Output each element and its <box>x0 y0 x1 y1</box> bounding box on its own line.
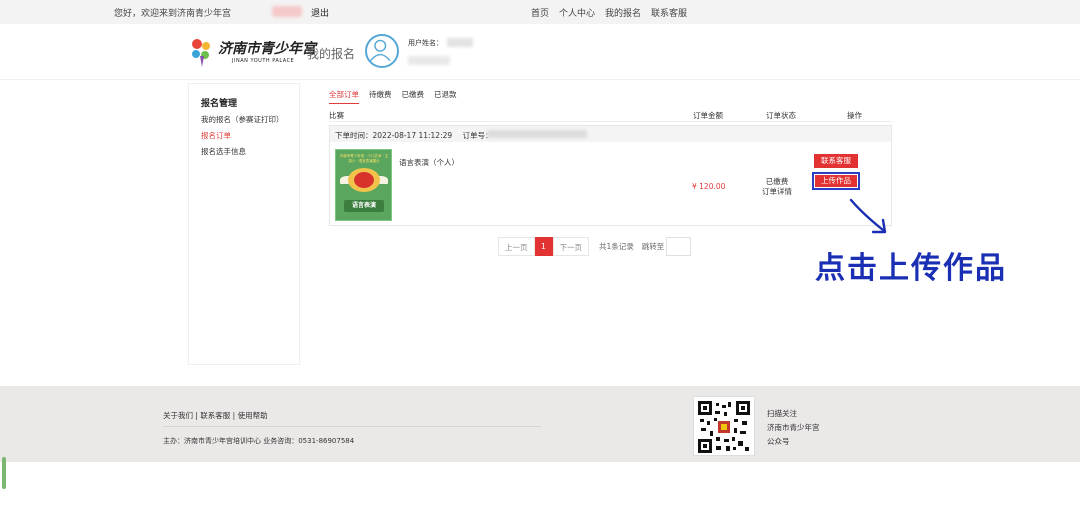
thumbnail-label: 语言表演 <box>344 200 384 212</box>
redacted-username-value <box>447 38 473 47</box>
redacted-user-info <box>408 56 450 65</box>
user-icon <box>369 39 391 62</box>
thumbnail-emblem-center <box>354 172 374 188</box>
order-meta-bar: 下单时间：2022-08-17 11:12:29 订单号： <box>330 126 891 142</box>
redacted-username <box>272 6 302 17</box>
orders-panel: 全部订单 待缴费 已缴费 已退款 比赛 订单金额 订单状态 操作 下单时间：20… <box>304 83 894 365</box>
upload-highlight-box: 上传作品 <box>812 172 860 190</box>
thumbnail-title: 济南市青少年宫 · 少儿艺术 · 主持人 · 语言表演展示 <box>339 154 389 163</box>
sidebar-item-contestant-info[interactable]: 报名选手信息 <box>201 146 246 157</box>
order-status: 已缴费 <box>765 177 789 186</box>
sidebar-item-registration-orders[interactable]: 报名订单 <box>201 130 231 141</box>
sidebar-title: 报名管理 <box>201 99 238 109</box>
header: 济南市青少年宫 JINAN YOUTH PALACE 我的报名 用户姓名： <box>0 24 1080 80</box>
redacted-order-number <box>487 130 587 138</box>
order-tabs: 全部订单 待缴费 已缴费 已退款 <box>329 89 457 104</box>
nav-home-link[interactable]: 首页 <box>531 6 549 19</box>
jump-label: 跳转至 <box>641 242 665 251</box>
footer-host-info: 主办：济南市青少年宫培训中心 业务咨询：0531-86907584 <box>163 437 355 445</box>
tab-paid[interactable]: 已缴费 <box>402 89 425 104</box>
footer-divider <box>163 426 541 427</box>
tab-all-orders[interactable]: 全部订单 <box>329 89 359 104</box>
order-status-cell: 已缴费 订单详情 <box>762 177 792 197</box>
qr-code <box>693 396 755 456</box>
order-card: 下单时间：2022-08-17 11:12:29 订单号： 济南市青少年宫 · … <box>329 125 892 226</box>
top-nav: 首页 个人中心 我的报名 联系客服 <box>531 6 687 19</box>
welcome-text: 您好，欢迎来到济南青少年宫 <box>114 9 232 19</box>
scroll-indicator[interactable] <box>2 457 6 489</box>
scan-follow-text: 扫描关注 济南市青少年宫 公众号 <box>767 407 820 449</box>
scan-line-2: 济南市青少年宫 <box>767 423 820 432</box>
qr-code-icon <box>698 401 750 453</box>
logo-icon <box>192 39 210 67</box>
nav-my-registrations-link[interactable]: 我的报名 <box>605 6 641 19</box>
annotation-arrow-icon <box>849 198 887 234</box>
scan-line-3: 公众号 <box>767 437 790 446</box>
column-header-status: 订单状态 <box>766 111 796 120</box>
upload-work-button[interactable]: 上传作品 <box>815 175 857 187</box>
jump-page-input[interactable] <box>666 237 692 256</box>
page-1-button[interactable]: 1 <box>534 237 553 256</box>
contact-service-button[interactable]: 联系客服 <box>814 154 858 168</box>
order-detail-link[interactable]: 订单详情 <box>762 187 792 197</box>
total-records: 共1条记录 <box>599 242 634 251</box>
header-divider <box>329 121 892 122</box>
logo-chinese-text: 济南市青少年宫 <box>218 41 316 57</box>
order-price: ¥ 120.00 <box>692 182 726 191</box>
prev-page-button[interactable]: 上一页 <box>498 237 535 256</box>
page-title: 我的报名 <box>307 47 356 61</box>
column-header-amount: 订单金额 <box>693 111 723 120</box>
tab-refunded[interactable]: 已退款 <box>434 89 457 104</box>
sidebar-item-my-registrations[interactable]: 我的报名（参赛证打印） <box>201 114 284 125</box>
product-name[interactable]: 语言表演（个人） <box>399 157 459 168</box>
nav-contact-link[interactable]: 联系客服 <box>651 6 687 19</box>
sidebar: 报名管理 我的报名（参赛证打印） 报名订单 报名选手信息 <box>188 83 300 365</box>
tab-pending-payment[interactable]: 待缴费 <box>369 89 392 104</box>
scan-line-1: 扫描关注 <box>767 409 797 418</box>
product-thumbnail[interactable]: 济南市青少年宫 · 少儿艺术 · 主持人 · 语言表演展示 语言表演 <box>335 149 392 221</box>
order-time: 下单时间：2022-08-17 11:12:29 <box>335 131 453 140</box>
annotation-text: 点击上传作品 <box>815 251 1007 286</box>
avatar[interactable] <box>365 34 399 68</box>
nav-profile-link[interactable]: 个人中心 <box>559 6 595 19</box>
pagination: 上一页 1 下一页 共1条记录 跳转至 <box>498 237 692 256</box>
column-header-action: 操作 <box>847 111 862 120</box>
logo-english-text: JINAN YOUTH PALACE <box>232 58 295 64</box>
site-logo[interactable]: 济南市青少年宫 JINAN YOUTH PALACE <box>188 36 316 70</box>
footer: 关于我们 | 联系客服 | 使用帮助 主办：济南市青少年宫培训中心 业务咨询：0… <box>0 386 1080 462</box>
logout-link[interactable]: 退出 <box>311 6 329 19</box>
username-label: 用户姓名： <box>408 39 443 47</box>
next-page-button[interactable]: 下一页 <box>552 237 589 256</box>
column-header-match: 比赛 <box>329 111 344 120</box>
footer-links[interactable]: 关于我们 | 联系客服 | 使用帮助 <box>163 410 268 421</box>
top-bar: 您好，欢迎来到济南青少年宫 退出 首页 个人中心 我的报名 联系客服 <box>0 0 1080 24</box>
